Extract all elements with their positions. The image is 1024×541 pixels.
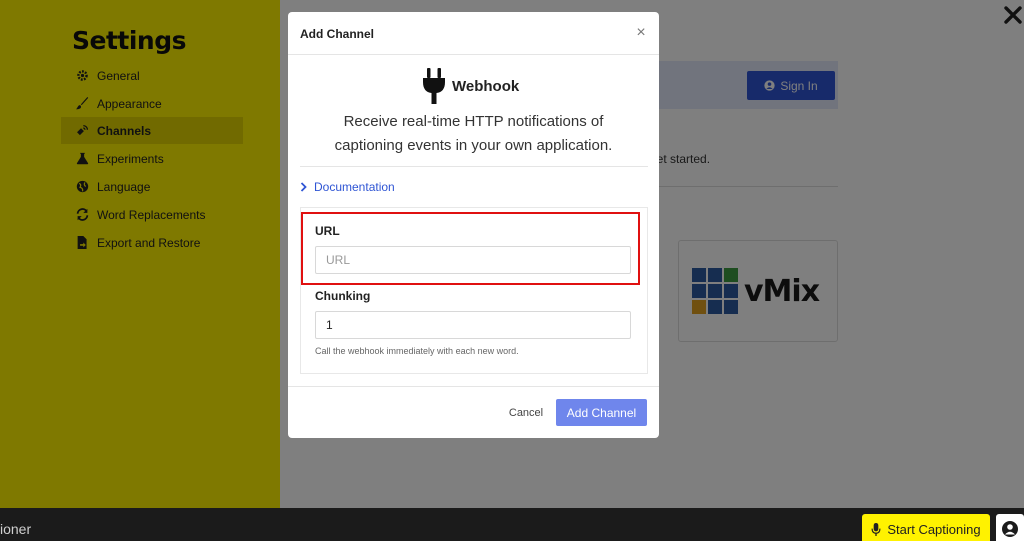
- add-channel-modal: Add Channel × Webhook Receive real-time …: [288, 12, 659, 438]
- documentation-label: Documentation: [314, 180, 395, 194]
- chevron-right-icon: [300, 182, 307, 192]
- chunking-label: Chunking: [315, 289, 371, 303]
- plug-icon: [422, 68, 446, 104]
- modal-title: Add Channel: [300, 27, 374, 41]
- account-button[interactable]: [996, 514, 1024, 541]
- modal-close-button[interactable]: ×: [632, 24, 650, 42]
- modal-header: Add Channel ×: [288, 12, 659, 55]
- start-captioning-label: Start Captioning: [887, 521, 981, 537]
- chunking-help-text: Call the webhook immediately with each n…: [315, 346, 519, 356]
- documentation-toggle[interactable]: Documentation: [300, 179, 395, 195]
- close-icon[interactable]: [1002, 4, 1024, 26]
- cancel-button[interactable]: Cancel: [502, 401, 550, 425]
- user-circle-icon: [1002, 521, 1018, 537]
- integration-header: Webhook: [422, 67, 519, 105]
- integration-name: Webhook: [452, 77, 520, 95]
- close-icon: ×: [636, 24, 646, 41]
- add-channel-button[interactable]: Add Channel: [556, 399, 647, 426]
- app-name: ioner: [0, 521, 32, 537]
- url-label: URL: [315, 224, 340, 238]
- integration-description: Receive real-time HTTP notifications of …: [334, 113, 613, 154]
- chunking-input[interactable]: [315, 311, 631, 339]
- url-input[interactable]: [315, 246, 631, 274]
- start-captioning-button[interactable]: Start Captioning: [862, 514, 990, 541]
- modal-footer-divider: [288, 386, 659, 387]
- divider: [300, 166, 648, 167]
- microphone-icon: [871, 522, 881, 536]
